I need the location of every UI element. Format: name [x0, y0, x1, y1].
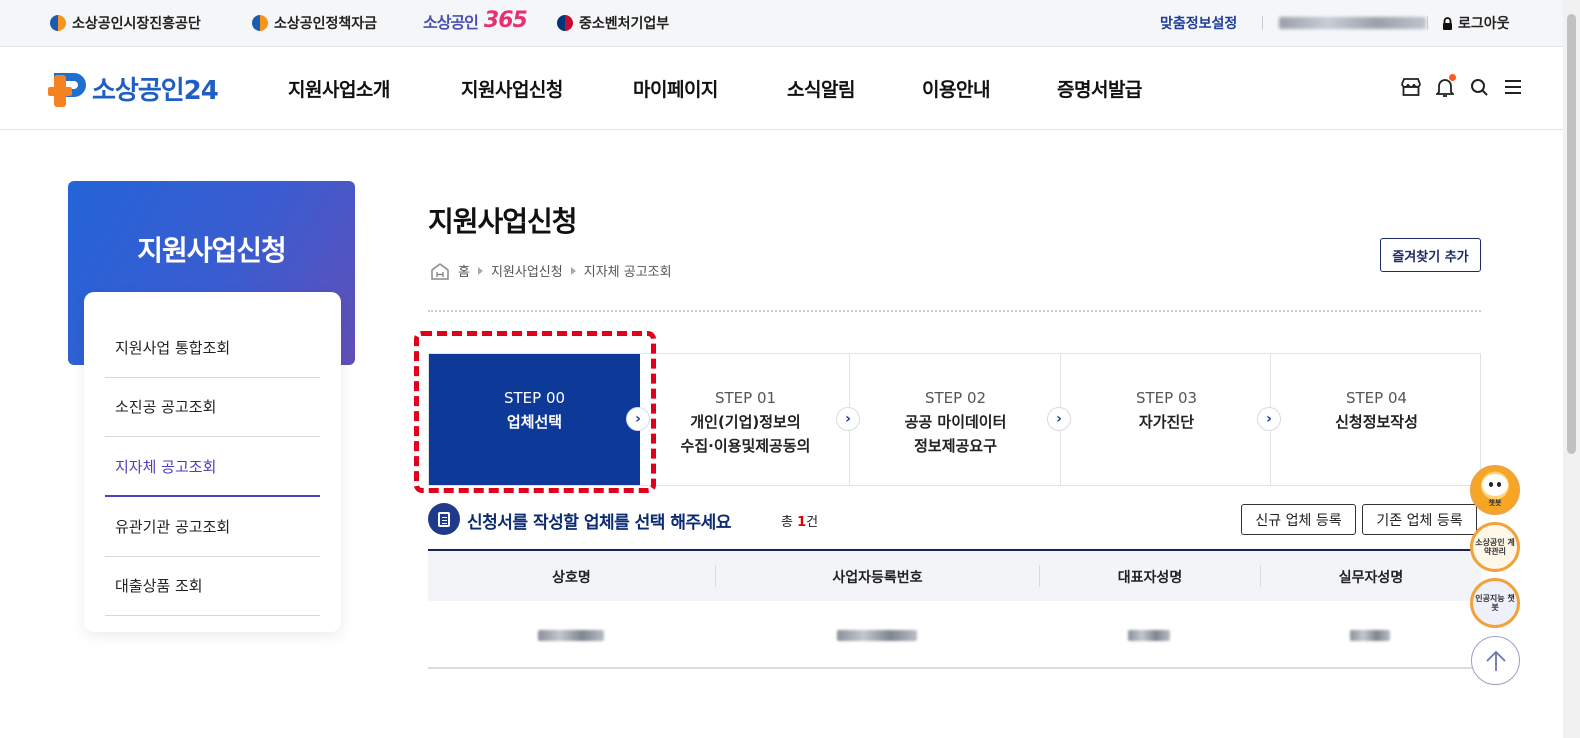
sidebar-item-semas[interactable]: 소진공 공고조회 [105, 377, 320, 437]
divider-dotted [428, 310, 1481, 312]
chevron-right-icon: › [1047, 407, 1071, 431]
register-existing-company-button[interactable]: 기존 업체 등록 [1362, 504, 1477, 535]
breadcrumb-arrow-icon [570, 266, 576, 275]
mascot-icon [1482, 474, 1508, 496]
section-title: 신청서를 작성할 업체를 선택 해주세요 [467, 513, 731, 533]
menu-icon[interactable] [1502, 76, 1524, 98]
sidebar-item-local-gov[interactable]: 지자체 공고조회 [105, 437, 320, 497]
link-policy-fund[interactable]: 소상공인정책자금 [252, 13, 377, 33]
scrollbar-thumb[interactable] [1567, 14, 1576, 454]
brand-logo[interactable]: 소상공인24 [48, 70, 219, 107]
link-mss[interactable]: 중소벤처기업부 [557, 13, 669, 33]
column-header: 상호명 [552, 570, 591, 586]
representative-name-blurred [1128, 630, 1170, 641]
company-table: 상호명 사업자등록번호 대표자성명 실무자성명 [428, 549, 1481, 669]
sidebar-item-loan[interactable]: 대출상품 조회 [105, 556, 320, 616]
column-header: 대표자성명 [1117, 570, 1183, 586]
result-count: 총 1건 [781, 515, 819, 530]
step-04: STEP 04 신청정보작성 [1335, 389, 1418, 431]
scroll-top-button[interactable] [1471, 636, 1520, 685]
breadcrumb-apply[interactable]: 지원사업신청 [491, 261, 563, 280]
divider [1262, 16, 1263, 30]
sidebar-item-integrated[interactable]: 지원사업 통합조회 [105, 318, 320, 378]
breadcrumb-home[interactable]: 홈 [458, 261, 470, 280]
breadcrumb-arrow-icon [477, 266, 483, 275]
breadcrumb-current: 지자체 공고조회 [583, 265, 672, 280]
sidebar-item-related-org[interactable]: 유관기관 공고조회 [105, 497, 320, 557]
logout-link[interactable]: 로그아웃 [1442, 13, 1510, 33]
table-row[interactable] [428, 601, 1481, 669]
scrollbar[interactable] [1563, 0, 1580, 738]
bell-icon[interactable] [1434, 74, 1456, 98]
ai-chatbot-button[interactable]: 인공지능 챗봇 [1470, 578, 1520, 628]
column-header: 사업자등록번호 [832, 570, 923, 586]
arrow-up-icon [1485, 650, 1506, 671]
contract-management-button[interactable]: 소상공인 계약관리 [1470, 522, 1520, 572]
business-number-blurred [837, 630, 917, 641]
store-icon[interactable] [1400, 76, 1422, 98]
step-02: STEP 02 공공 마이데이터 정보제공요구 [904, 389, 1007, 455]
semas-logo-icon [252, 15, 268, 31]
nav-item-mypage[interactable]: 마이페이지 [633, 75, 718, 102]
nav-item-intro[interactable]: 지원사업소개 [288, 75, 390, 102]
step-highlight-box [414, 331, 656, 493]
user-name-blurred [1279, 17, 1426, 29]
chatbot-button[interactable]: 챗봇 [1470, 465, 1520, 515]
main-header: 소상공인24 지원사업소개 지원사업신청 마이페이지 소식알림 이용안내 증명서… [0, 48, 1580, 130]
nav-item-apply[interactable]: 지원사업신청 [461, 75, 563, 102]
link-sosang-365[interactable]: 소상공인 365 [423, 8, 528, 33]
breadcrumb: 홈 지원사업신청 지자체 공고조회 [430, 261, 672, 280]
company-name-blurred [538, 630, 604, 641]
chevron-right-icon: › [1257, 407, 1281, 431]
semas-logo-icon [50, 15, 66, 31]
step-03: STEP 03 자가진단 [1135, 389, 1198, 431]
alarm-badge [1449, 74, 1456, 81]
search-icon[interactable] [1468, 76, 1490, 98]
table-header: 상호명 사업자등록번호 대표자성명 실무자성명 [428, 549, 1481, 601]
divider [1427, 16, 1428, 30]
chevron-right-icon: › [836, 407, 860, 431]
brand-p-icon [48, 71, 88, 107]
manager-name-blurred [1350, 630, 1390, 641]
lock-icon [1443, 16, 1452, 30]
nav-item-guide[interactable]: 이용안내 [922, 75, 990, 102]
step-01: STEP 01 개인(기업)정보의 수집·이용및제공동의 [680, 389, 811, 455]
register-new-company-button[interactable]: 신규 업체 등록 [1241, 504, 1356, 535]
nav-item-certificate[interactable]: 증명서발급 [1057, 75, 1142, 102]
nav-item-news[interactable]: 소식알림 [787, 75, 855, 102]
sidebar-title: 지원사업신청 [137, 234, 287, 267]
custom-info-link[interactable]: 맞춤정보설정 [1160, 13, 1237, 33]
utility-bar: 소상공인시장진흥공단 소상공인정책자금 소상공인 365 중소벤처기업부 맞춤정보… [0, 0, 1580, 47]
column-header: 실무자성명 [1338, 570, 1404, 586]
taegeuk-icon [557, 15, 573, 31]
document-icon [428, 503, 460, 535]
page-title: 지원사업신청 [428, 205, 578, 238]
home-icon[interactable] [430, 262, 450, 280]
link-semas[interactable]: 소상공인시장진흥공단 [50, 13, 201, 33]
add-favorite-button[interactable]: 즐겨찾기 추가 [1380, 238, 1481, 272]
